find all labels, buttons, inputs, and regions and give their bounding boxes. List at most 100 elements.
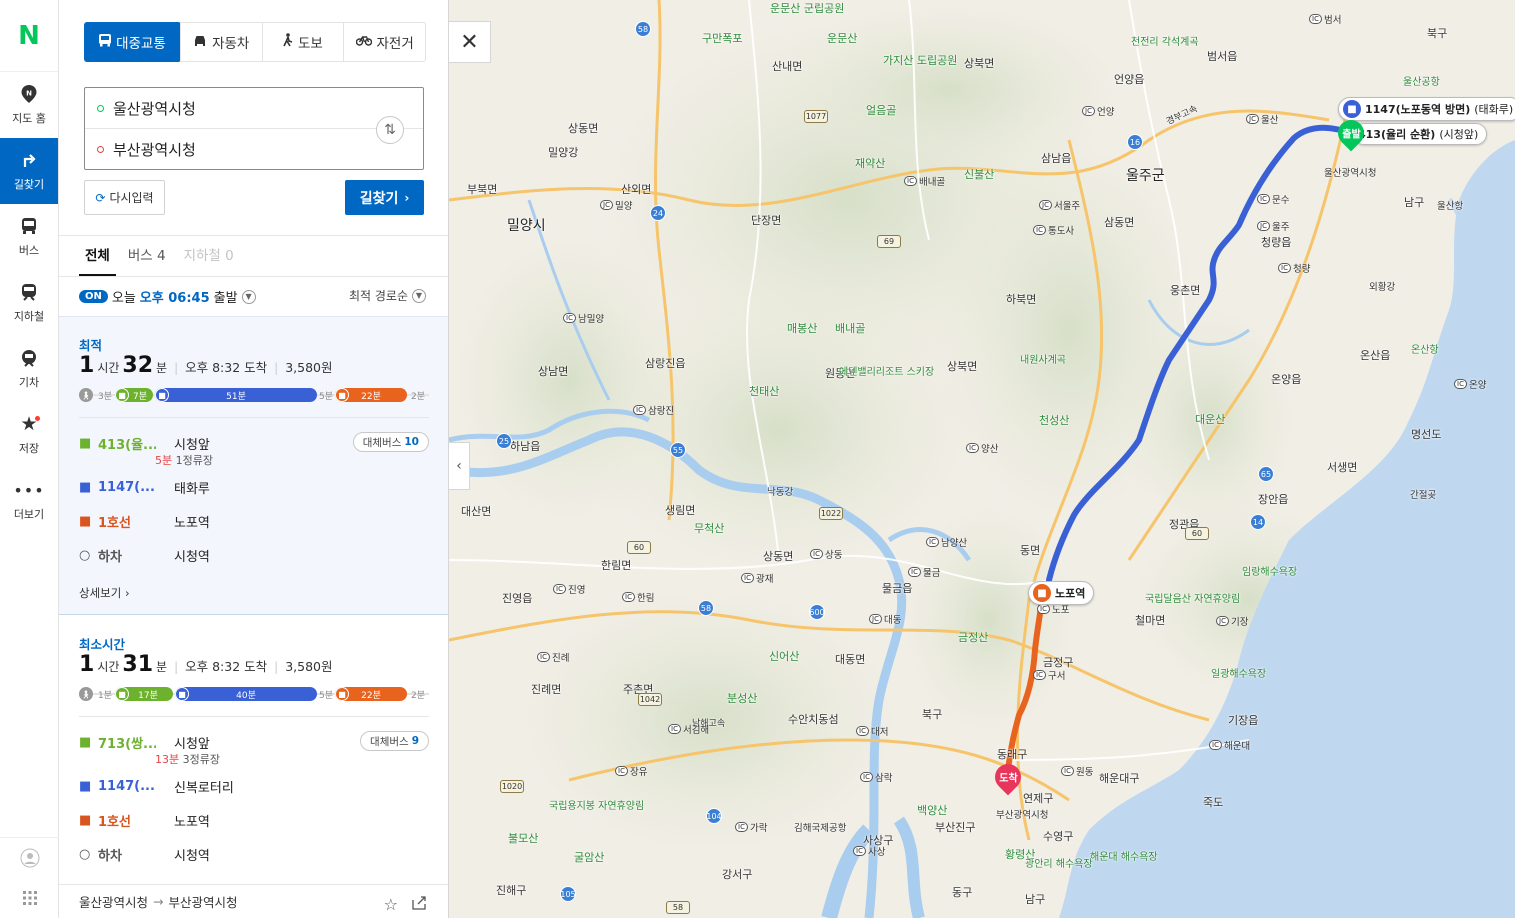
apps-grid-icon[interactable] bbox=[0, 878, 59, 918]
ic-label: IC 한림 bbox=[622, 590, 654, 604]
alternate-bus-button[interactable]: 대체버스 9 bbox=[360, 731, 429, 751]
tab-all[interactable]: 전체 bbox=[79, 244, 116, 276]
origin-field[interactable]: 울산광역시청 bbox=[85, 88, 423, 129]
departure-time-selector[interactable]: ON 오늘 오후 06:45 출발 ▼ bbox=[79, 287, 256, 306]
step-subway[interactable]: ■ 1호선 노포역 bbox=[79, 803, 429, 837]
rail-item-more[interactable]: ••• 더보기 bbox=[0, 468, 58, 534]
ic-badge: JC bbox=[1257, 221, 1270, 231]
route-timeline-bar: 🚶︎ 1분 ■ 17분 ■ 40분 5분 ■ 22분 2분 bbox=[79, 686, 429, 702]
place-label: 강서구 bbox=[722, 868, 753, 881]
step-getoff[interactable]: ○ 하차 시청역 bbox=[79, 538, 429, 572]
ic-badge: IC bbox=[537, 652, 550, 662]
ic-badge: IC bbox=[735, 822, 748, 832]
result-summary: 1 시간 32 분 | 오후 8:32 도착 | 3,580원 bbox=[79, 353, 333, 378]
reset-button[interactable]: ⟳ 다시입력 bbox=[84, 180, 165, 215]
rail-item-bus[interactable]: 버스 bbox=[0, 204, 58, 270]
park-label: 매봉산 bbox=[787, 322, 818, 335]
collapse-panel-button[interactable]: ‹ bbox=[449, 442, 470, 490]
segment-label: 5분 bbox=[318, 690, 333, 701]
bus-1147-pin[interactable]: ■ 1147(노포동역 방면) (태화루) bbox=[1338, 97, 1515, 121]
place-label: 상남면 bbox=[538, 365, 569, 378]
chevron-down-icon: ▼ bbox=[241, 289, 256, 304]
step-getoff[interactable]: ○ 하차 시청역 bbox=[79, 837, 429, 871]
station-pin[interactable]: ■ 노포역 bbox=[1028, 581, 1095, 605]
destination-field[interactable]: 부산광역시청 bbox=[85, 129, 423, 170]
park-label: 무척산 bbox=[694, 522, 725, 535]
share-icon[interactable] bbox=[412, 895, 427, 914]
ic-badge: IC bbox=[966, 443, 979, 453]
bicycle-icon bbox=[355, 34, 372, 50]
pin-bold: 413(율리 순환) bbox=[1358, 128, 1436, 141]
tab-bus[interactable]: 버스 4 bbox=[122, 244, 172, 276]
rail-item-directions[interactable]: 길찾기 bbox=[0, 138, 58, 204]
park-label: 가지산 도립공원 bbox=[883, 54, 958, 67]
route-result-card[interactable]: 최소시간 1 시간 31 분 | 오후 8:32 도착 | 3,580원 🚶︎ 1… bbox=[59, 616, 448, 884]
step-bus[interactable]: ■ 713(쌍... 시청앞 대체버스 9 bbox=[79, 725, 429, 759]
place-label: 남구 bbox=[1025, 893, 1046, 906]
rail-item-saved[interactable]: ★ 저장 bbox=[0, 402, 58, 468]
sort-selector[interactable]: 최적 경로순 ▼ bbox=[349, 287, 426, 304]
ic-label: IC 대저 bbox=[856, 724, 888, 738]
ic-label: JC 밀양 bbox=[600, 198, 632, 212]
route-result-card[interactable]: 최적 1 시간 32 분 | 오후 8:32 도착 | 3,580원 🚶︎ 3분 … bbox=[59, 316, 448, 615]
park-label: 굴암산 bbox=[574, 851, 605, 864]
walk-icon: 🚶︎ bbox=[79, 687, 93, 701]
ic-name: 범서 bbox=[1323, 15, 1342, 26]
ic-badge: IC bbox=[810, 549, 823, 559]
step-bus[interactable]: ■ 413(율... 시청앞 대체버스 10 bbox=[79, 426, 429, 460]
step-bus[interactable]: ■ 1147(... 태화루 bbox=[79, 470, 429, 504]
swap-route-button[interactable]: ⇅ bbox=[376, 116, 404, 144]
mode-public-transit[interactable]: 대중교통 bbox=[84, 22, 181, 62]
naver-logo[interactable]: N bbox=[0, 0, 58, 72]
ic-label: IC 배내골 bbox=[904, 174, 945, 188]
logo-text: N bbox=[18, 20, 40, 51]
mode-bicycle[interactable]: 자전거 bbox=[343, 23, 425, 61]
chevron-right-icon: › bbox=[124, 586, 130, 600]
mode-label: 자전거 bbox=[376, 36, 414, 52]
close-panel-button[interactable]: ✕ bbox=[449, 21, 491, 63]
on-badge[interactable]: ON bbox=[79, 290, 108, 303]
ic-badge: JC bbox=[1039, 200, 1052, 210]
segment-label: 17분 bbox=[138, 690, 158, 701]
stop-name: 시청앞 bbox=[174, 437, 210, 453]
place-label: 상북면 bbox=[947, 360, 978, 373]
rail-item-map-home[interactable]: N 지도 홈 bbox=[0, 72, 58, 138]
stop-name: 시청역 bbox=[174, 848, 210, 864]
segment-label: 1분 bbox=[97, 690, 112, 701]
arrival-time: 오후 8:32 도착 bbox=[185, 659, 268, 674]
ic-name: 남양산 bbox=[940, 538, 968, 549]
park-label: 일광해수욕장 bbox=[1211, 669, 1267, 680]
start-marker-label: 출발 bbox=[1341, 129, 1361, 141]
route-shield: 24 bbox=[650, 205, 666, 221]
route-input-box: 울산광역시청 부산광역시청 ⇅ bbox=[84, 87, 424, 170]
bus-413-pin[interactable]: 413(율리 순환) (시청앞) bbox=[1353, 123, 1488, 145]
route-shield: 104 bbox=[706, 808, 722, 824]
ic-label: JC 대동 bbox=[869, 612, 901, 626]
ic-badge: IC bbox=[553, 584, 566, 594]
user-avatar-icon[interactable] bbox=[0, 838, 59, 878]
rail-item-subway[interactable]: 지하철 bbox=[0, 270, 58, 336]
mode-car[interactable]: 자동차 bbox=[179, 23, 262, 61]
detail-link[interactable]: 상세보기 › bbox=[79, 585, 130, 601]
place-label: 상동면 bbox=[568, 122, 599, 135]
ic-name: 온양 bbox=[1468, 380, 1487, 391]
duration-hours: 1 bbox=[79, 353, 95, 378]
step-subway[interactable]: ■ 1호선 노포역 bbox=[79, 504, 429, 538]
transport-mode-tabs: 대중교통 자동차 도보 자전거 bbox=[84, 22, 426, 62]
alternate-bus-button[interactable]: 대체버스 10 bbox=[352, 432, 429, 452]
step-bus[interactable]: ■ 1147(... 신복로터리 bbox=[79, 769, 429, 803]
place-label: 삼동면 bbox=[1104, 216, 1135, 229]
bus-icon: ■ bbox=[1343, 100, 1361, 118]
place-label: 수안치동섬 bbox=[788, 713, 839, 726]
search-label: 길찾기 bbox=[359, 190, 399, 207]
place-label: 남구 bbox=[1404, 196, 1425, 209]
star-outline-icon[interactable]: ☆ bbox=[384, 895, 398, 914]
search-route-button[interactable]: 길찾기 › bbox=[345, 180, 424, 215]
map-view[interactable]: 밀양시 울주군 산내면 상북면 삼남읍 삼동면 하북면 상북면 웅촌면 온산읍 … bbox=[449, 0, 1515, 918]
park-label: 금정산 bbox=[958, 631, 989, 644]
getoff-label: 하차 bbox=[98, 549, 122, 565]
rail-item-train[interactable]: 기차 bbox=[0, 336, 58, 402]
ic-label: IC 온양 bbox=[1454, 377, 1486, 391]
mode-walk[interactable]: 도보 bbox=[261, 23, 344, 61]
more-dots-icon: ••• bbox=[13, 480, 45, 500]
